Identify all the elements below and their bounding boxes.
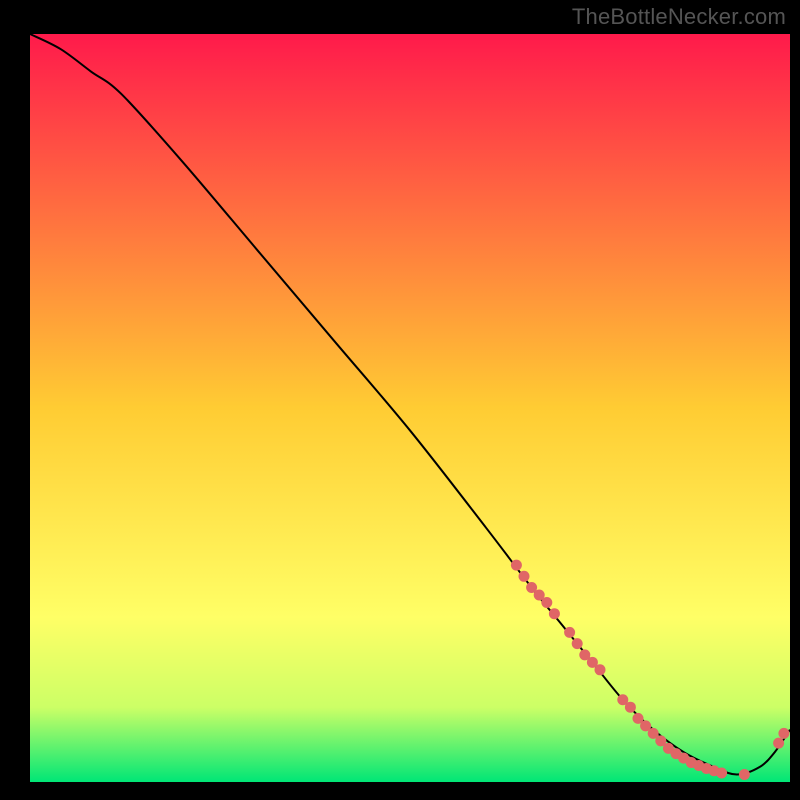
scatter-dot [778,728,789,739]
scatter-dot [773,738,784,749]
scatter-dot [519,571,530,582]
scatter-dot [549,608,560,619]
plot-background [30,34,790,782]
scatter-dot [595,664,606,675]
scatter-dot [564,627,575,638]
scatter-dot [625,702,636,713]
watermark-text: TheBottleNecker.com [572,4,786,30]
chart-svg [0,0,800,800]
scatter-dot [739,769,750,780]
chart-stage: TheBottleNecker.com [0,0,800,800]
scatter-dot [716,768,727,779]
scatter-dot [511,560,522,571]
scatter-dot [572,638,583,649]
scatter-dot [541,597,552,608]
